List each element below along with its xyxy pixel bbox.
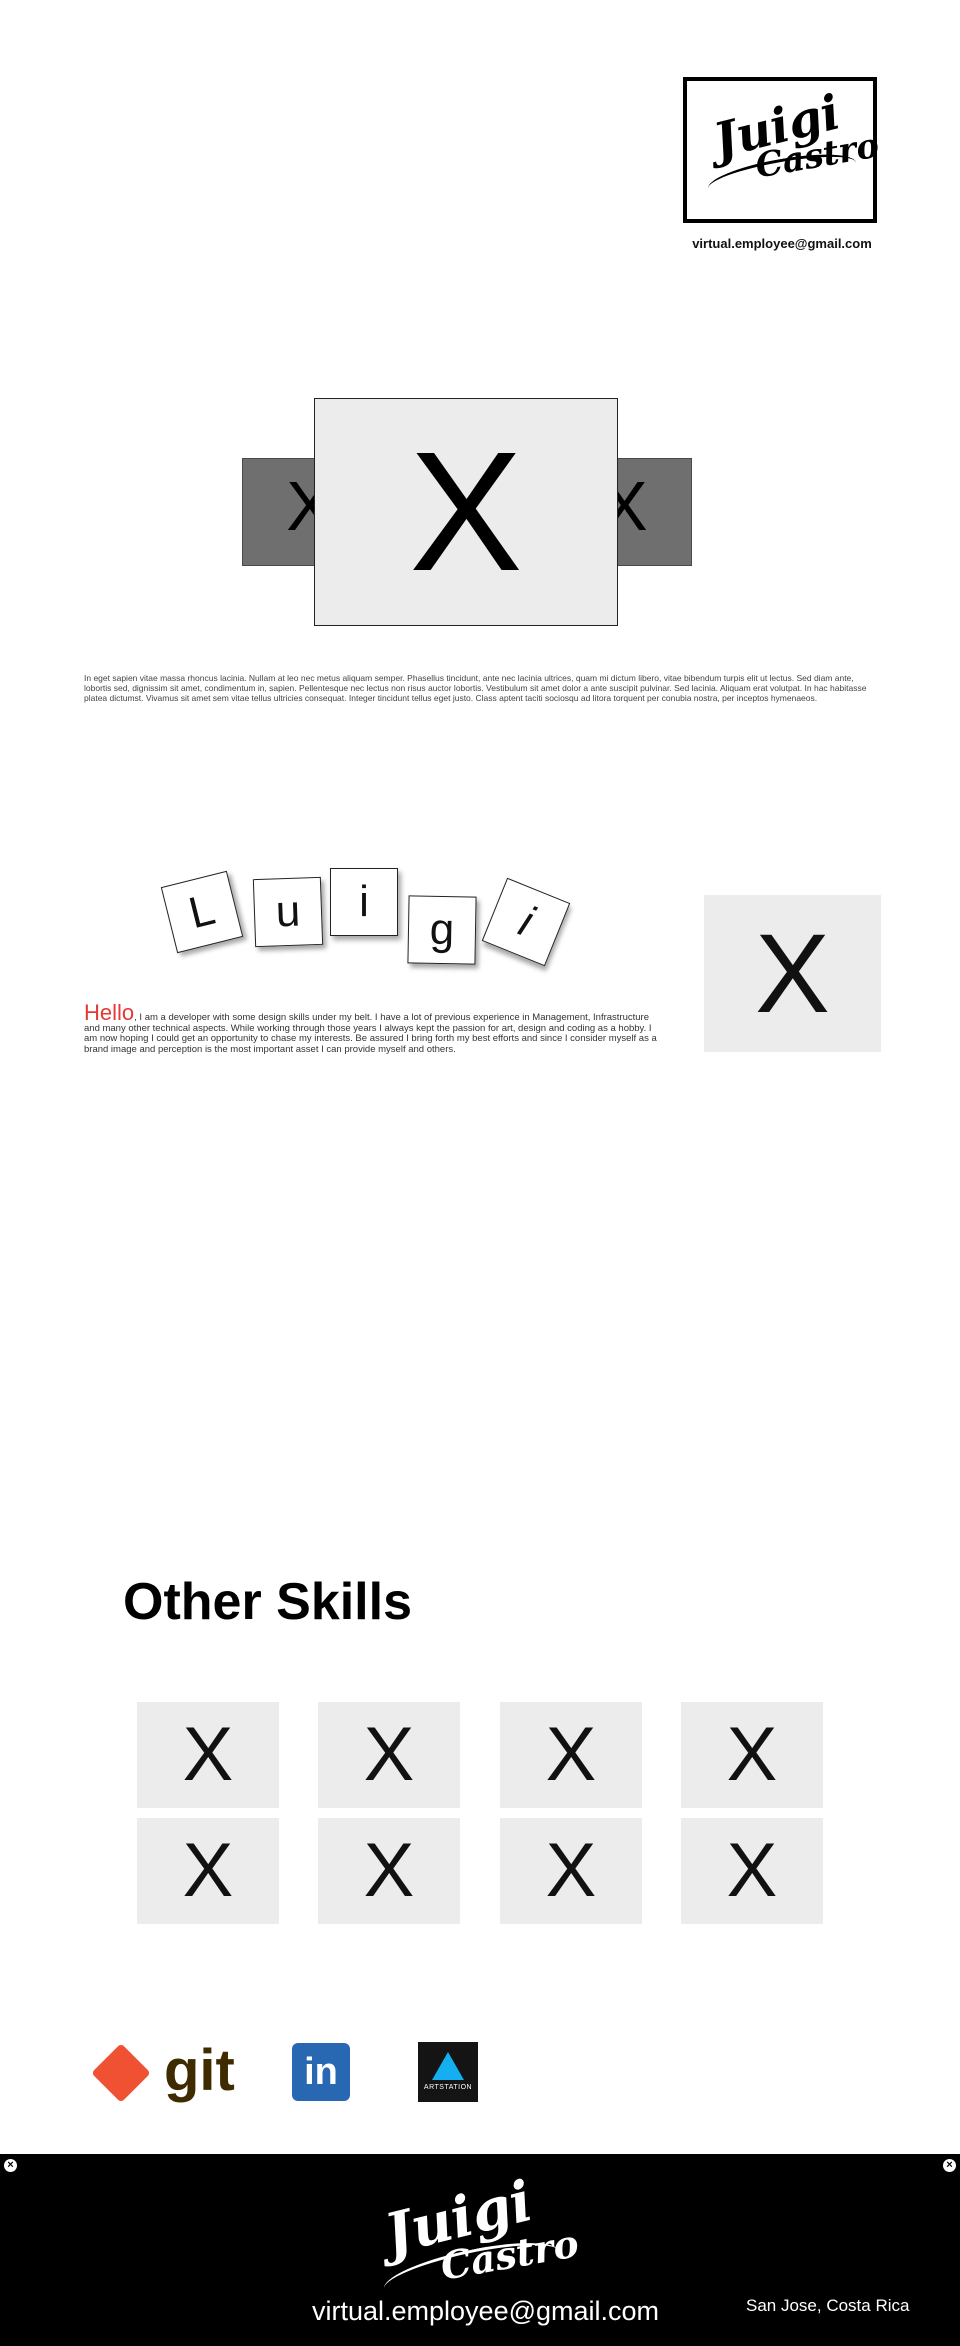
git-link[interactable]: git — [91, 2038, 244, 2103]
close-icon[interactable]: × — [943, 2159, 956, 2172]
carousel-next-slide[interactable]: X — [610, 458, 692, 566]
skill-card[interactable]: X — [137, 1818, 279, 1924]
image-placeholder-icon: X — [182, 1712, 234, 1797]
skill-card[interactable]: X — [500, 1818, 642, 1924]
image-placeholder-icon: X — [755, 910, 830, 1036]
skill-card[interactable]: X — [318, 1818, 460, 1924]
intro-paragraph: In eget sapien vitae massa rhoncus lacin… — [84, 673, 867, 703]
skills-title: Other Skills — [123, 1573, 412, 1631]
footer-email[interactable]: virtual.employee@gmail.com — [312, 2296, 659, 2327]
git-icon — [91, 2043, 151, 2103]
artstation-wordmark: ARTSTATION — [423, 2084, 473, 2091]
artstation-icon — [432, 2052, 464, 2080]
name-tile: L — [160, 870, 244, 954]
name-tile: u — [252, 876, 324, 948]
image-placeholder-icon: X — [363, 1828, 415, 1913]
name-tile: i — [481, 877, 571, 967]
footer-location: San Jose, Costa Rica — [746, 2296, 910, 2315]
carousel-current-slide[interactable]: X — [314, 398, 618, 626]
footer: × × Juigi Castro virtual.employee@gmail.… — [0, 2154, 960, 2346]
image-placeholder-icon: X — [182, 1828, 234, 1913]
image-placeholder-icon: X — [726, 1828, 778, 1913]
name-tile: g — [407, 895, 477, 965]
carousel-prev-slide[interactable]: X — [242, 458, 324, 566]
skill-card[interactable]: X — [500, 1702, 642, 1808]
git-wordmark: git — [164, 2038, 235, 2103]
close-icon[interactable]: × — [4, 2159, 17, 2172]
skill-card[interactable]: X — [681, 1818, 823, 1924]
linkedin-icon: in — [304, 2051, 338, 2093]
image-placeholder-icon: X — [545, 1828, 597, 1913]
artstation-link[interactable]: ARTSTATION — [418, 2042, 478, 2102]
name-tile: i — [330, 868, 398, 936]
skill-card[interactable]: X — [137, 1702, 279, 1808]
hello-heading: Hello — [84, 1000, 135, 1025]
header-logo[interactable]: Juigi Castro — [683, 77, 882, 223]
skill-card[interactable]: X — [318, 1702, 460, 1808]
about-text: , I am a developer with some design skil… — [84, 1012, 657, 1055]
image-placeholder-icon: X — [545, 1712, 597, 1797]
linkedin-link[interactable]: in — [292, 2043, 350, 2101]
image-placeholder-icon: X — [363, 1712, 415, 1797]
image-placeholder-icon: X — [726, 1712, 778, 1797]
image-placeholder-icon: X — [409, 417, 523, 607]
profile-photo: X — [704, 895, 881, 1052]
about-paragraph: Hello, I am a developer with some design… — [84, 1000, 664, 1055]
skill-card[interactable]: X — [681, 1702, 823, 1808]
header-email[interactable]: virtual.employee@gmail.com — [640, 236, 924, 251]
